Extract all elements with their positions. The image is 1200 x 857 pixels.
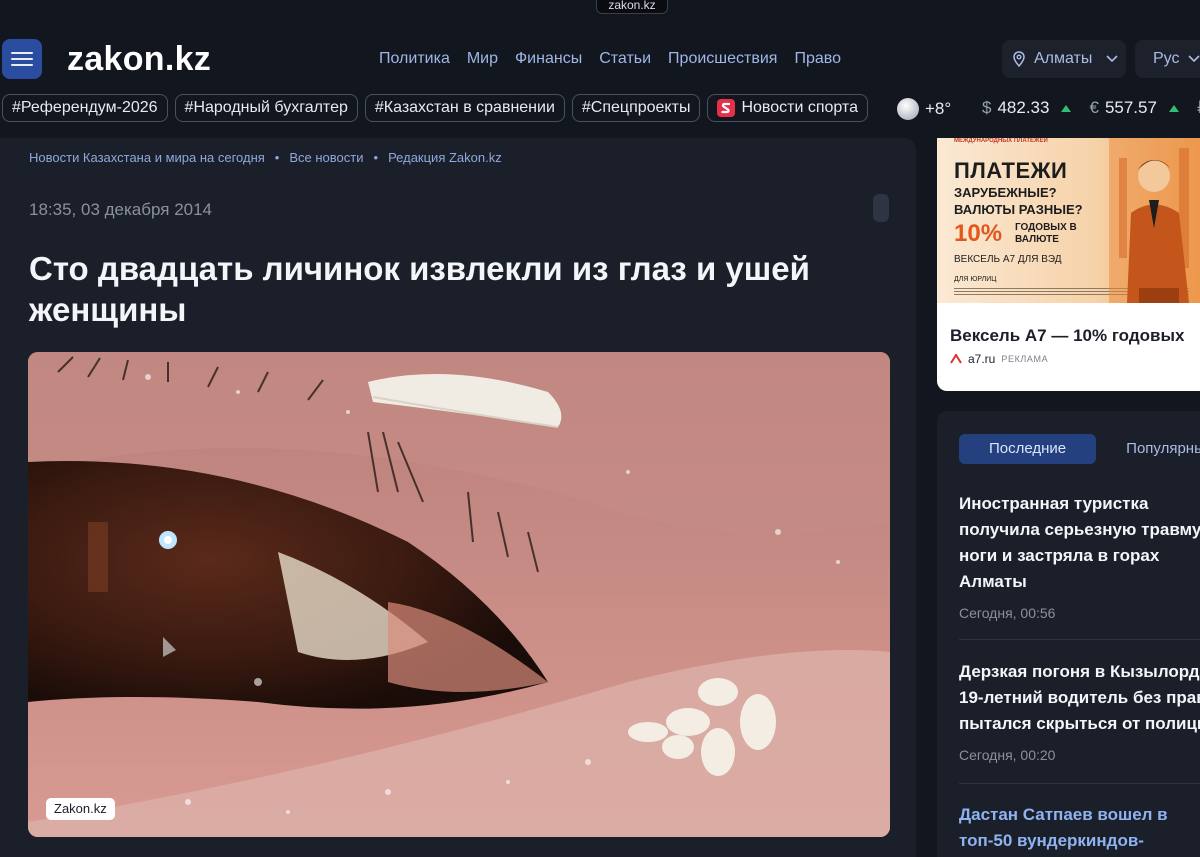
usd-rate: 482.33	[997, 98, 1050, 117]
news-headline-line: Дерзкая погоня в Кызылорде:	[959, 662, 1200, 681]
usd-symbol: $	[982, 98, 992, 117]
a7-logo-icon	[950, 354, 962, 364]
chevron-down-icon	[1106, 55, 1118, 63]
tag-sport-news[interactable]: Новости спорта	[707, 94, 868, 122]
nav-item-incidents[interactable]: Происшествия	[668, 50, 777, 68]
news-headline-line: получила серьезную травму	[959, 520, 1200, 539]
news-feed: Последние Популярные Иностранная туристк…	[937, 411, 1200, 857]
breadcrumb-editorial[interactable]: Редакция Zakon.kz	[388, 150, 502, 165]
nav-item-politics[interactable]: Политика	[379, 50, 450, 68]
ad-label: РЕКЛАМА	[1001, 354, 1049, 364]
ad-block[interactable]: МЕЖДУНАРОДНЫХ ПЛАТЕЖЕЙ ПЛАТЕЖИ ЗАРУБЕЖНЫ…	[937, 138, 1200, 391]
eur-rate: 557.57	[1104, 98, 1157, 117]
ad-illustration-man	[1109, 138, 1200, 303]
chevron-down-icon	[1187, 55, 1200, 63]
ad-product: ВЕКСЕЛЬ А7 ДЛЯ ВЭД	[954, 254, 1062, 265]
article-date: 18:35, 03 декабря 2014	[29, 200, 213, 219]
tag-comparison[interactable]: #Казахстан в сравнении	[364, 94, 565, 122]
main-nav: Политика Мир Финансы Статьи Происшествия…	[379, 50, 841, 68]
article-photo[interactable]: Zakon.kz	[28, 352, 890, 837]
photo-credit: Zakon.kz	[46, 798, 115, 820]
city-selector[interactable]: Алматы	[1002, 40, 1126, 78]
language-label: Рус	[1153, 50, 1180, 67]
ad-source-domain: a7.ru	[968, 352, 996, 366]
news-divider	[959, 783, 1200, 784]
ad-audience: ДЛЯ ЮРЛИЦ	[954, 276, 997, 283]
nav-item-world[interactable]: Мир	[467, 50, 498, 68]
sport-logo-icon	[717, 99, 736, 117]
breadcrumb-home[interactable]: Новости Казахстана и мира на сегодня	[29, 150, 265, 165]
breadcrumb-separator: •	[373, 150, 379, 165]
currency-rates[interactable]: $ 482.33 € 557.57 ₽	[982, 98, 1200, 118]
news-item[interactable]: Иностранная туристка получила серьезную …	[959, 491, 1200, 621]
news-item[interactable]: Дастан Сатпаев вошел в топ-50 вундеркинд…	[959, 802, 1200, 854]
tag-special-projects[interactable]: #Спецпроекты	[571, 94, 701, 122]
ad-source: a7.ru РЕКЛАМА	[950, 352, 1048, 366]
article-title: Сто двадцать личинок извлекли из глаз и …	[29, 250, 810, 328]
breadcrumb-separator: •	[274, 150, 280, 165]
news-headline-line: Иностранная туристка	[959, 494, 1149, 513]
ad-banner-image: МЕЖДУНАРОДНЫХ ПЛАТЕЖЕЙ ПЛАТЕЖИ ЗАРУБЕЖНЫ…	[937, 138, 1200, 303]
menu-icon-line	[11, 52, 33, 54]
news-headline-line: топ-50 вундеркиндов-	[959, 831, 1144, 850]
ad-title[interactable]: Вексель А7 — 10% годовых	[950, 326, 1184, 346]
bookmark-button[interactable]	[873, 194, 889, 222]
eye-image	[28, 352, 890, 837]
menu-icon-line	[11, 64, 33, 66]
tag-referendum[interactable]: #Референдум-2026	[2, 94, 168, 122]
temperature: +8°	[925, 99, 952, 118]
news-headline-line: 19-летний водитель без прав	[959, 688, 1200, 707]
eur-symbol: €	[1089, 98, 1099, 117]
news-headline-line: пытался скрыться от полиции	[959, 714, 1200, 733]
location-pin-icon	[1013, 51, 1025, 67]
language-selector[interactable]: Рус	[1135, 40, 1200, 78]
ad-headline: ПЛАТЕЖИ	[954, 158, 1068, 183]
article-card: Новости Казахстана и мира на сегодня • В…	[0, 138, 916, 857]
ad-percent: 10%	[954, 220, 1003, 247]
news-feed-tabs: Последние Популярные	[959, 434, 1200, 464]
tag-sport-label: Новости спорта	[741, 99, 858, 116]
tag-bar: #Референдум-2026 #Народный бухгалтер #Ка…	[2, 94, 868, 122]
ad-brand-logo: МЕЖДУНАРОДНЫХ ПЛАТЕЖЕЙ	[954, 138, 1048, 144]
ad-percent-sub: ГОДОВЫХ В ВАЛЮТЕ	[1015, 222, 1077, 245]
city-label: Алматы	[1034, 50, 1093, 67]
menu-icon-line	[11, 58, 33, 60]
tab-latest[interactable]: Последние	[959, 434, 1097, 464]
news-headline-line: Дастан Сатпаев вошел в	[959, 805, 1168, 824]
news-item[interactable]: Дерзкая погоня в Кызылорде: 19-летний во…	[959, 659, 1200, 763]
breadcrumb: Новости Казахстана и мира на сегодня • В…	[29, 150, 502, 165]
site-logo[interactable]: zakon.kz	[67, 40, 211, 79]
news-headline-line: Алматы	[959, 572, 1027, 591]
tab-popular[interactable]: Популярные	[1096, 434, 1200, 464]
rate-up-icon	[1168, 104, 1179, 112]
nav-item-finance[interactable]: Финансы	[515, 50, 582, 68]
moon-icon	[897, 98, 919, 120]
ad-subheadline: ЗАРУБЕЖНЫЕ? ВАЛЮТЫ РАЗНЫЕ?	[954, 185, 1083, 217]
news-time: Сегодня, 00:56	[959, 605, 1056, 621]
browser-url-pill[interactable]: zakon.kz	[596, 0, 668, 14]
weather-widget[interactable]: +8°	[897, 98, 951, 120]
nav-item-law[interactable]: Право	[794, 50, 841, 68]
tag-accountant[interactable]: #Народный бухгалтер	[174, 94, 358, 122]
news-headline-line: ноги и застряла в горах	[959, 546, 1160, 565]
menu-button[interactable]	[2, 39, 42, 79]
rate-up-icon	[1061, 104, 1072, 112]
news-time: Сегодня, 00:20	[959, 747, 1056, 763]
nav-item-articles[interactable]: Статьи	[599, 50, 651, 68]
news-divider	[959, 639, 1200, 640]
breadcrumb-all-news[interactable]: Все новости	[289, 150, 363, 165]
site-header: zakon.kz Политика Мир Финансы Статьи Про…	[0, 14, 1200, 138]
